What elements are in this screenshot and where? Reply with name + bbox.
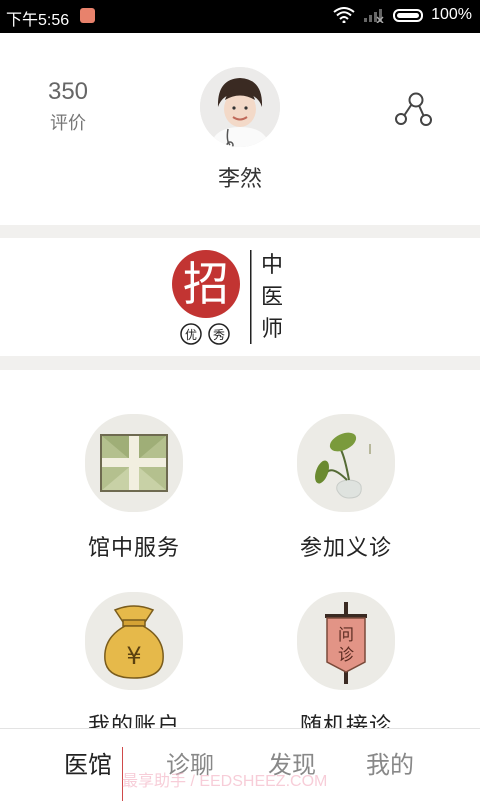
rating-count[interactable]: 350 xyxy=(42,78,94,106)
logo-sub-left: 优 xyxy=(185,328,197,342)
service-label: 参加义诊 xyxy=(299,536,392,561)
brand-logo: 招 优 秀 中 医 师 xyxy=(172,250,283,345)
status-indicators: 100% xyxy=(333,6,472,24)
service-hall[interactable]: 馆中服务 xyxy=(54,414,214,562)
banner-icon: 问 诊 xyxy=(297,592,395,690)
tab-clinic[interactable]: 医馆 xyxy=(64,745,112,780)
battery-icon xyxy=(393,8,424,22)
svg-text:¥: ¥ xyxy=(126,642,141,670)
title-char-2: 医 xyxy=(261,285,283,310)
package-icon xyxy=(85,414,183,512)
bottom-tab-bar: 医馆 诊聊 发现 我的 最享助手 / EEDSHEEZ.COM xyxy=(0,728,480,801)
profile-header: 350 评价 李然 xyxy=(0,33,480,225)
tab-mine[interactable]: 我的 xyxy=(366,745,414,780)
title-char-1: 中 xyxy=(261,253,283,278)
avatar[interactable] xyxy=(200,67,280,147)
status-time: 下午5:56 xyxy=(6,12,70,29)
title-char-3: 师 xyxy=(261,317,283,342)
battery-level: 100% xyxy=(431,6,472,23)
wifi-icon xyxy=(333,7,355,23)
rating-label[interactable]: 评价 xyxy=(42,109,94,135)
service-grid: 馆中服务 参加义诊 ¥ 我的账户 问 诊 随机接诊 xyxy=(0,370,480,739)
service-consult[interactable]: 问 诊 随机接诊 xyxy=(266,592,426,740)
service-label: 馆中服务 xyxy=(87,536,180,561)
brand-banner: 招 优 秀 中 医 师 xyxy=(0,238,480,356)
service-account[interactable]: ¥ 我的账户 xyxy=(54,592,214,740)
doctor-name: 李然 xyxy=(217,167,262,192)
banner-char-2: 诊 xyxy=(338,645,354,664)
notification-icon xyxy=(80,8,95,23)
logo-char: 招 xyxy=(183,257,229,311)
watermark: 最享助手 / EEDSHEEZ.COM xyxy=(122,773,328,790)
money-bag-icon: ¥ xyxy=(85,592,183,690)
status-bar: 下午5:56 100% xyxy=(0,0,480,33)
plant-vase-icon xyxy=(297,414,395,512)
logo-sub-right: 秀 xyxy=(213,328,225,342)
share-icon[interactable] xyxy=(394,91,432,129)
doctor-portrait-icon xyxy=(200,67,280,147)
signal-icon xyxy=(364,9,384,23)
service-volunteer[interactable]: 参加义诊 xyxy=(266,414,426,562)
banner-char-1: 问 xyxy=(338,625,354,644)
